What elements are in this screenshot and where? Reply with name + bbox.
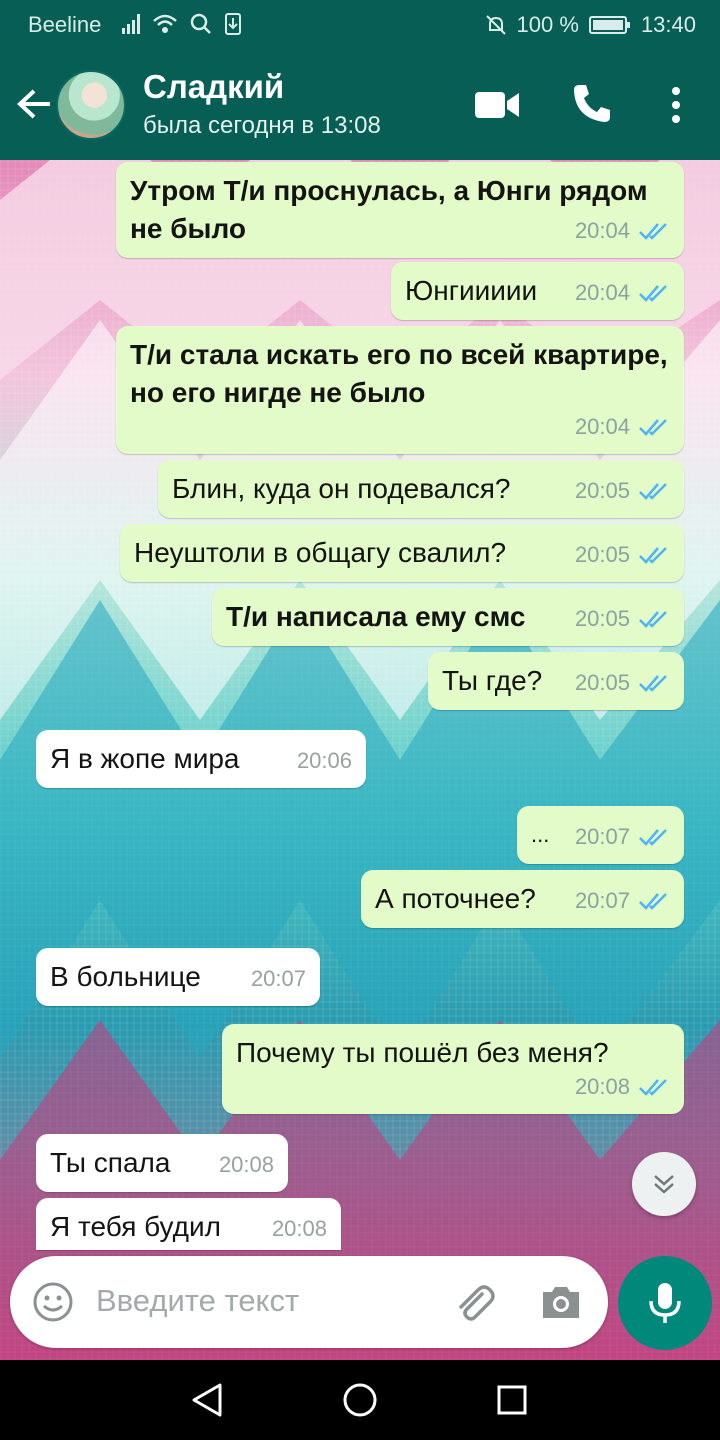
chevron-down-icon	[654, 1175, 674, 1194]
status-bar: Beeline 100 % 13:40	[0, 0, 720, 48]
double-check-icon	[639, 419, 667, 436]
message-time: 20:04	[574, 218, 630, 243]
emoji-icon[interactable]	[32, 1281, 74, 1323]
mic-button[interactable]	[618, 1256, 712, 1350]
camera-icon[interactable]	[540, 1284, 582, 1320]
attach-icon[interactable]	[452, 1280, 496, 1324]
message-outgoing[interactable]: Почему ты пошёл без меня? 20:08	[222, 1024, 684, 1114]
double-check-icon	[639, 829, 667, 846]
back-arrow-icon[interactable]	[14, 84, 54, 124]
wifi-icon	[153, 14, 177, 33]
signal-icon	[122, 14, 140, 34]
double-check-icon	[639, 547, 667, 564]
message-time: 20:04	[574, 414, 630, 439]
nav-back-icon[interactable]	[190, 1382, 224, 1418]
message-incoming[interactable]: Я в жопе мира 20:06	[36, 730, 366, 788]
message-time: 20:08	[574, 1074, 630, 1099]
signal-group	[122, 12, 242, 36]
message-composer: Введите текст	[10, 1256, 608, 1348]
message-time: 20:08	[218, 1152, 274, 1177]
battery-percent: 100 %	[516, 12, 579, 37]
message-outgoing[interactable]: Утром Т/и проснулась, а Юнги рядом не бы…	[116, 162, 684, 258]
system-nav-bar	[0, 1360, 720, 1440]
message-outgoing[interactable]: Блин, куда он подевался? 20:05	[158, 460, 684, 518]
message-input[interactable]: Введите текст	[96, 1283, 299, 1319]
message-time: 20:07	[574, 888, 630, 913]
message-outgoing[interactable]: Юнгиииии 20:04	[391, 262, 684, 320]
message-outgoing[interactable]: Ты где? 20:05	[428, 652, 684, 710]
message-time: 20:06	[296, 748, 352, 773]
clock: 13:40	[640, 12, 696, 37]
message-outgoing[interactable]: Неуштоли в общагу свалил? 20:05	[120, 524, 684, 582]
double-check-icon	[639, 611, 667, 628]
chat-header: Сладкий была сегодня в 13:08	[0, 48, 720, 160]
message-time: 20:07	[250, 966, 306, 991]
carrier-label: Beeline	[28, 12, 102, 37]
last-seen: была сегодня в 13:08	[143, 112, 381, 139]
double-check-icon	[639, 223, 667, 240]
message-time: 20:05	[574, 670, 630, 695]
message-outgoing[interactable]: Т/и написала ему смс 20:05	[212, 588, 684, 646]
double-check-icon	[639, 1079, 667, 1096]
battery-icon	[588, 16, 630, 34]
double-check-icon	[639, 285, 667, 302]
chat-area[interactable]: Утром Т/и проснулась, а Юнги рядом не бы…	[0, 160, 720, 1360]
message-incoming[interactable]: В больнице 20:07	[36, 948, 320, 1006]
message-text: Т/и стала искать его по всей квартире, н…	[130, 339, 668, 408]
video-call-icon[interactable]	[474, 90, 520, 120]
message-outgoing[interactable]: ... 20:07	[517, 806, 684, 864]
message-outgoing[interactable]: А поточнее? 20:07	[361, 870, 684, 928]
search-icon	[190, 13, 211, 34]
message-incoming[interactable]: Я тебя будил 20:08	[36, 1198, 341, 1250]
scroll-to-bottom-button[interactable]	[632, 1152, 696, 1216]
mic-icon	[649, 1283, 681, 1323]
message-outgoing[interactable]: Т/и стала искать его по всей квартире, н…	[116, 326, 684, 454]
download-icon	[225, 13, 241, 35]
message-time: 20:05	[574, 606, 630, 631]
message-time: 20:07	[574, 824, 630, 849]
message-time: 20:04	[574, 280, 630, 305]
message-time: 20:08	[271, 1216, 327, 1241]
double-check-icon	[639, 675, 667, 692]
nav-home-icon[interactable]	[342, 1382, 378, 1418]
double-check-icon	[639, 893, 667, 910]
contact-name[interactable]: Сладкий	[143, 68, 284, 106]
double-check-icon	[639, 483, 667, 500]
nav-recents-icon[interactable]	[496, 1384, 528, 1416]
more-icon[interactable]	[670, 86, 682, 124]
message-incoming[interactable]: Ты спала 20:08	[36, 1134, 288, 1192]
message-time: 20:05	[574, 542, 630, 567]
mute-icon	[485, 15, 506, 35]
message-time: 20:05	[574, 478, 630, 503]
status-right: 100 % 13:40	[485, 12, 696, 38]
phone-icon[interactable]	[571, 82, 613, 124]
avatar[interactable]	[56, 70, 126, 140]
message-text: Почему ты пошёл без меня?	[236, 1037, 609, 1068]
